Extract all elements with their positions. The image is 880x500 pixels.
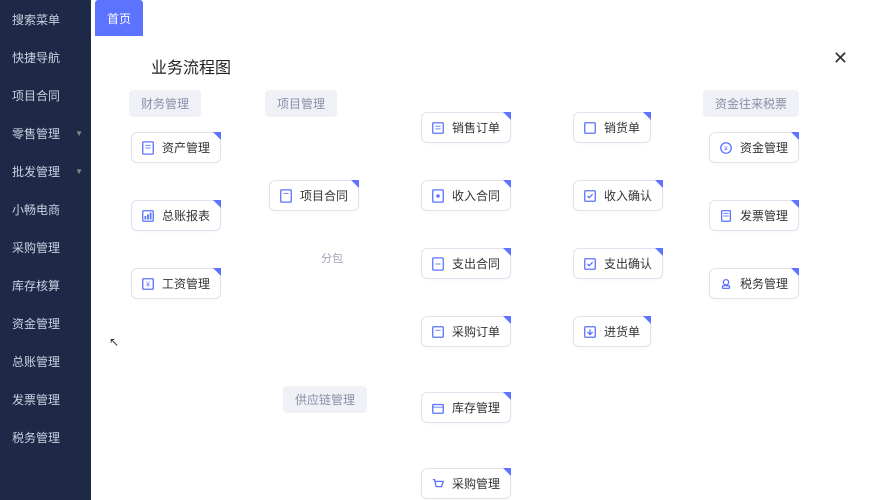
sidebar-item-wholesale[interactable]: 批发管理 ▼ [0, 152, 91, 190]
node-label: 收入确认 [604, 187, 652, 204]
node-label: 销货单 [604, 119, 640, 136]
node-label: 采购管理 [452, 475, 500, 492]
sidebar-item-label: 采购管理 [12, 239, 60, 256]
sidebar-item-label: 发票管理 [12, 391, 60, 408]
list-icon [430, 120, 446, 136]
node-purchase-mgmt[interactable]: 采购管理 [421, 468, 511, 499]
sidebar-item-label: 总账管理 [12, 353, 60, 370]
node-label: 支出合同 [452, 255, 500, 272]
node-inventory[interactable]: 库存管理 [421, 392, 511, 423]
node-label: 库存管理 [452, 399, 500, 416]
group-supply: 供应链管理 [283, 386, 367, 413]
sidebar-item-purchase[interactable]: 采购管理 [0, 228, 91, 266]
node-label: 销售订单 [452, 119, 500, 136]
tab-home[interactable]: 首页 [95, 0, 143, 36]
node-contract[interactable]: 项目合同 [269, 180, 359, 211]
main-canvas: 首页 ✕ 业务流程图 ↖ 财务管理 项目管理 资金往来税票 供应链管理 分包 资… [91, 0, 880, 500]
invoice-icon [718, 208, 734, 224]
node-income-confirm[interactable]: 收入确认 [573, 180, 663, 211]
sidebar-item-inventory[interactable]: 库存核算 [0, 266, 91, 304]
chevron-down-icon: ▼ [75, 167, 83, 176]
sidebar-item-fund[interactable]: 资金管理 [0, 304, 91, 342]
group-fund: 资金往来税票 [703, 90, 799, 117]
check-icon [582, 256, 598, 272]
node-label: 收入合同 [452, 187, 500, 204]
sidebar-item-invoice[interactable]: 发票管理 [0, 380, 91, 418]
node-label: 项目合同 [300, 187, 348, 204]
sidebar-item-tax[interactable]: 税务管理 [0, 418, 91, 456]
node-label: 工资管理 [162, 275, 210, 292]
group-project: 项目管理 [265, 90, 337, 117]
node-label: 总账报表 [162, 207, 210, 224]
node-salary[interactable]: ¥ 工资管理 [131, 268, 221, 299]
sidebar-item-retail[interactable]: 零售管理 ▼ [0, 114, 91, 152]
node-stockin[interactable]: 进货单 [573, 316, 651, 347]
stamp-icon [718, 276, 734, 292]
sidebar-item-quicknav[interactable]: 快捷导航 [0, 38, 91, 76]
node-sales[interactable]: 销售订单 [421, 112, 511, 143]
node-label: 支出确认 [604, 255, 652, 272]
svg-text:¥: ¥ [146, 281, 150, 288]
cart-icon [430, 476, 446, 492]
node-fund[interactable]: ¥ 资金管理 [709, 132, 799, 163]
sidebar-item-label: 小畅电商 [12, 201, 60, 218]
chevron-down-icon: ▼ [75, 129, 83, 138]
node-label: 税务管理 [740, 275, 788, 292]
node-label: 进货单 [604, 323, 640, 340]
sidebar-item-label: 项目合同 [12, 87, 60, 104]
sub-fenbao: 分包 [321, 250, 343, 266]
node-label: 发票管理 [740, 207, 788, 224]
node-income-contract[interactable]: 收入合同 [421, 180, 511, 211]
sidebar-item-ledger[interactable]: 总账管理 [0, 342, 91, 380]
group-finance: 财务管理 [129, 90, 201, 117]
sidebar-item-label: 批发管理 [12, 163, 60, 180]
cursor-icon: ↖ [109, 335, 119, 349]
node-ledger[interactable]: 总账报表 [131, 200, 221, 231]
node-label: 资产管理 [162, 139, 210, 156]
sidebar-item-contract[interactable]: 项目合同 [0, 76, 91, 114]
tab-label: 首页 [107, 10, 131, 27]
node-tax[interactable]: 税务管理 [709, 268, 799, 299]
sidebar-item-label: 资金管理 [12, 315, 60, 332]
node-asset[interactable]: 资产管理 [131, 132, 221, 163]
close-icon[interactable]: ✕ [833, 48, 848, 69]
coin-icon: ¥ [718, 140, 734, 156]
sidebar-item-label: 零售管理 [12, 125, 60, 142]
doc-icon [582, 120, 598, 136]
sidebar-item-label: 搜索菜单 [12, 11, 60, 28]
report-icon [140, 208, 156, 224]
sidebar-item-label: 库存核算 [12, 277, 60, 294]
node-expense-contract[interactable]: 支出合同 [421, 248, 511, 279]
box-icon [430, 400, 446, 416]
page-title: 业务流程图 [151, 54, 231, 78]
doc-icon [430, 188, 446, 204]
sidebar: 搜索菜单 快捷导航 项目合同 零售管理 ▼ 批发管理 ▼ 小畅电商 采购管理 库存核… [0, 0, 91, 500]
in-icon [582, 324, 598, 340]
list-icon [430, 324, 446, 340]
node-expense-confirm[interactable]: 支出确认 [573, 248, 663, 279]
node-invoice[interactable]: 发票管理 [709, 200, 799, 231]
sidebar-item-search[interactable]: 搜索菜单 [0, 0, 91, 38]
node-purchase-order[interactable]: 采购订单 [421, 316, 511, 347]
node-shipment[interactable]: 销货单 [573, 112, 651, 143]
doc-icon [430, 256, 446, 272]
money-icon: ¥ [140, 276, 156, 292]
svg-text:¥: ¥ [724, 145, 728, 152]
sidebar-item-ecom[interactable]: 小畅电商 [0, 190, 91, 228]
sidebar-item-label: 税务管理 [12, 429, 60, 446]
check-icon [582, 188, 598, 204]
node-label: 资金管理 [740, 139, 788, 156]
sidebar-item-label: 快捷导航 [12, 49, 60, 66]
node-label: 采购订单 [452, 323, 500, 340]
doc-icon [140, 140, 156, 156]
doc-icon [278, 188, 294, 204]
